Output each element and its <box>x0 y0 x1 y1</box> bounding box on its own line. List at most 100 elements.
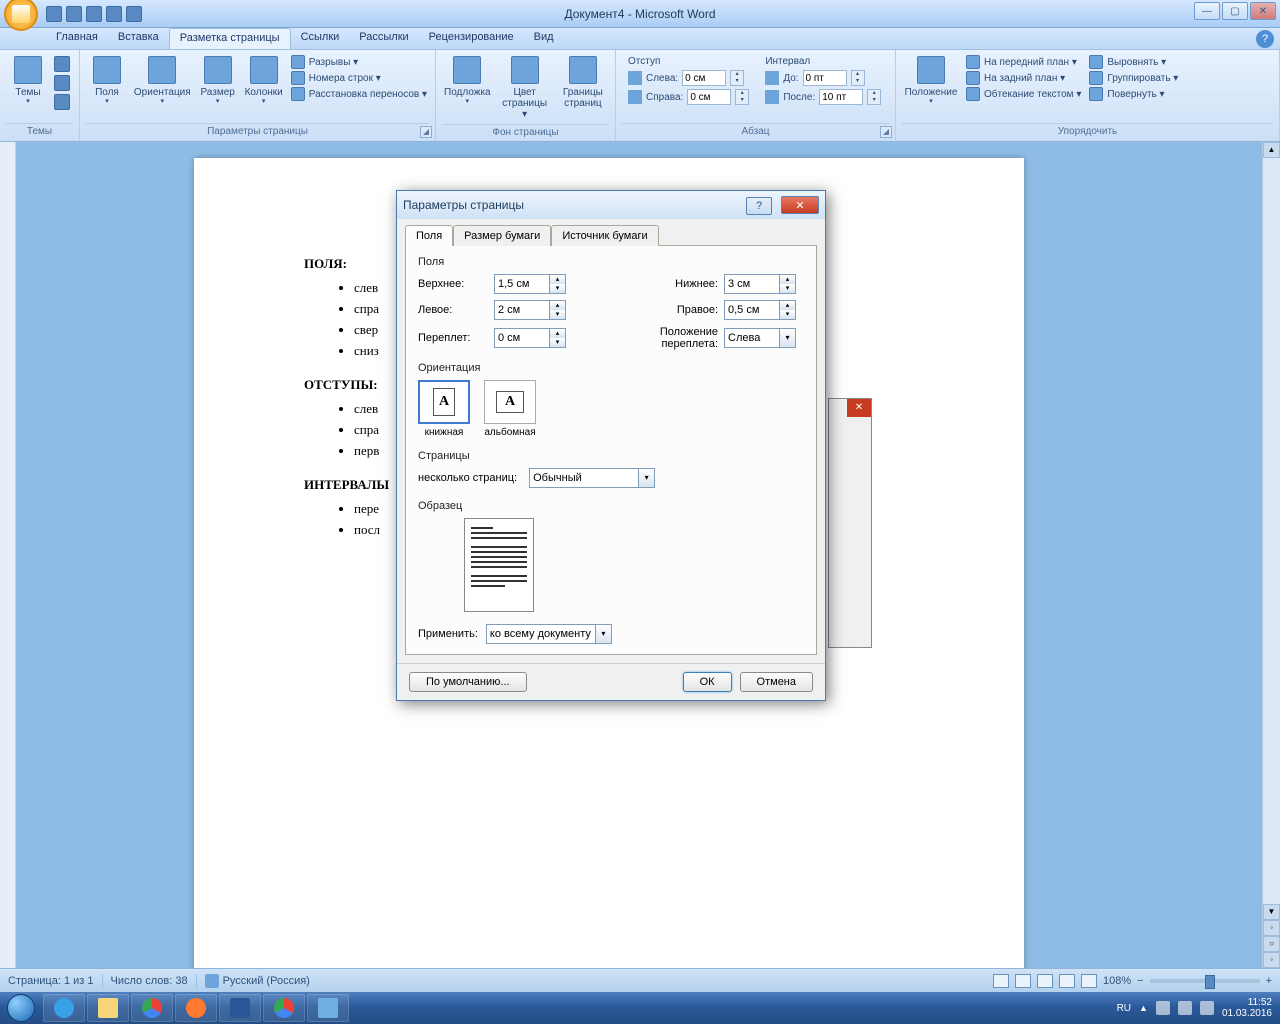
tray-clock[interactable]: 11:52 01.03.2016 <box>1222 997 1272 1019</box>
scroll-down-icon[interactable]: ▼ <box>1263 904 1280 920</box>
minimize-button[interactable]: — <box>1194 2 1220 20</box>
dialog-close-button[interactable]: ✕ <box>781 196 819 214</box>
tab-review[interactable]: Рецензирование <box>419 28 524 49</box>
scroll-up-icon[interactable]: ▲ <box>1263 142 1280 158</box>
browse-object-icon[interactable]: ○ <box>1263 936 1280 952</box>
dialog-tab-source[interactable]: Источник бумаги <box>551 225 658 246</box>
tab-home[interactable]: Главная <box>46 28 108 49</box>
prev-page-icon[interactable]: ◦ <box>1263 920 1280 936</box>
next-page-icon[interactable]: ◦ <box>1263 952 1280 968</box>
close-button[interactable]: ✕ <box>1250 2 1276 20</box>
taskbar-chrome-icon[interactable] <box>131 994 173 1022</box>
spacing-after-input[interactable] <box>819 89 863 105</box>
outline-view-icon[interactable] <box>1059 974 1075 988</box>
zoom-level[interactable]: 108% <box>1103 975 1131 987</box>
dialog-launcher-icon[interactable]: ◢ <box>880 126 892 138</box>
multiple-pages-select[interactable] <box>529 468 639 488</box>
orientation-portrait[interactable]: Aкнижная <box>418 380 470 438</box>
breaks-button[interactable]: Разрывы ▾ <box>291 55 427 69</box>
tab-page-layout[interactable]: Разметка страницы <box>169 28 291 49</box>
vertical-scrollbar[interactable]: ▲ ▼ ◦ ○ ◦ <box>1262 142 1280 968</box>
tray-network-icon[interactable] <box>1178 1001 1192 1015</box>
dropdown-icon[interactable]: ▾ <box>780 328 796 348</box>
rotate-button[interactable]: Повернуть ▾ <box>1089 87 1178 101</box>
dropdown-icon[interactable]: ▾ <box>596 624 612 644</box>
maximize-button[interactable]: ▢ <box>1222 2 1248 20</box>
spacing-before-input[interactable] <box>803 70 847 86</box>
qat-icon[interactable] <box>126 6 142 22</box>
apply-to-select[interactable] <box>486 624 596 644</box>
position-button[interactable]: Положение▾ <box>902 52 960 123</box>
hyphenation-button[interactable]: Расстановка переносов ▾ <box>291 87 427 101</box>
dialog-help-button[interactable]: ? <box>746 197 772 215</box>
web-layout-view-icon[interactable] <box>1037 974 1053 988</box>
draft-view-icon[interactable] <box>1081 974 1097 988</box>
spinner[interactable]: ▴▾ <box>780 274 796 294</box>
spinner[interactable]: ▴▾ <box>780 300 796 320</box>
page-count[interactable]: Страница: 1 из 1 <box>8 975 94 987</box>
tab-insert[interactable]: Вставка <box>108 28 169 49</box>
tray-show-hidden-icon[interactable]: ▲ <box>1139 1003 1148 1013</box>
redo-icon[interactable] <box>86 6 102 22</box>
page-borders-button[interactable]: Границы страниц <box>557 52 609 124</box>
theme-fonts-icon[interactable] <box>54 75 70 91</box>
taskbar-ie-icon[interactable] <box>43 994 85 1022</box>
spinner[interactable]: ▴▾ <box>550 300 566 320</box>
spinner[interactable]: ▴▾ <box>730 70 744 86</box>
dropdown-icon[interactable]: ▾ <box>639 468 655 488</box>
start-button[interactable] <box>0 992 42 1024</box>
send-back-button[interactable]: На задний план ▾ <box>966 71 1081 85</box>
spellcheck-icon[interactable] <box>205 974 219 988</box>
right-margin-input[interactable] <box>724 300 780 320</box>
watermark-button[interactable]: Подложка▾ <box>442 52 493 124</box>
line-numbers-button[interactable]: Номера строк ▾ <box>291 71 427 85</box>
text-wrap-button[interactable]: Обтекание текстом ▾ <box>966 87 1081 101</box>
indent-right-input[interactable] <box>687 89 731 105</box>
group-button[interactable]: Группировать ▾ <box>1089 71 1178 85</box>
default-button[interactable]: По умолчанию... <box>409 672 527 692</box>
zoom-slider[interactable] <box>1150 979 1260 983</box>
indent-left-input[interactable] <box>682 70 726 86</box>
orientation-landscape[interactable]: Aальбомная <box>484 380 536 438</box>
full-screen-view-icon[interactable] <box>1015 974 1031 988</box>
taskbar-app-icon[interactable] <box>307 994 349 1022</box>
margins-button[interactable]: Поля▾ <box>86 52 128 123</box>
cancel-button[interactable]: Отмена <box>740 672 813 692</box>
help-icon[interactable]: ? <box>1256 30 1274 48</box>
gutter-pos-select[interactable] <box>724 328 780 348</box>
columns-button[interactable]: Колонки▾ <box>243 52 285 123</box>
close-icon[interactable]: ✕ <box>847 399 871 417</box>
orientation-button[interactable]: Ориентация▾ <box>132 52 193 123</box>
office-button[interactable] <box>4 0 38 31</box>
ok-button[interactable]: ОК <box>683 672 732 692</box>
tab-mailings[interactable]: Рассылки <box>349 28 418 49</box>
spinner[interactable]: ▴▾ <box>550 328 566 348</box>
top-margin-input[interactable] <box>494 274 550 294</box>
qat-icon[interactable] <box>106 6 122 22</box>
dialog-tab-paper[interactable]: Размер бумаги <box>453 225 551 246</box>
tab-view[interactable]: Вид <box>524 28 564 49</box>
taskbar-media-icon[interactable] <box>175 994 217 1022</box>
dialog-titlebar[interactable]: Параметры страницы ? ✕ <box>397 191 825 219</box>
language-status[interactable]: Русский (Россия) <box>223 975 310 987</box>
spinner[interactable]: ▴▾ <box>851 70 865 86</box>
gutter-input[interactable] <box>494 328 550 348</box>
spinner[interactable]: ▴▾ <box>867 89 881 105</box>
undo-icon[interactable] <box>66 6 82 22</box>
bottom-margin-input[interactable] <box>724 274 780 294</box>
taskbar-chrome-icon[interactable] <box>263 994 305 1022</box>
zoom-out-button[interactable]: − <box>1137 975 1143 987</box>
tab-references[interactable]: Ссылки <box>291 28 350 49</box>
spinner[interactable]: ▴▾ <box>735 89 749 105</box>
theme-effects-icon[interactable] <box>54 94 70 110</box>
taskbar-explorer-icon[interactable] <box>87 994 129 1022</box>
spinner[interactable]: ▴▾ <box>550 274 566 294</box>
tray-language[interactable]: RU <box>1117 1003 1131 1014</box>
bring-front-button[interactable]: На передний план ▾ <box>966 55 1081 69</box>
theme-colors-icon[interactable] <box>54 56 70 72</box>
save-icon[interactable] <box>46 6 62 22</box>
zoom-in-button[interactable]: + <box>1266 975 1272 987</box>
page-color-button[interactable]: Цвет страницы ▾ <box>497 52 553 124</box>
dialog-tab-margins[interactable]: Поля <box>405 225 453 246</box>
size-button[interactable]: Размер▾ <box>197 52 239 123</box>
